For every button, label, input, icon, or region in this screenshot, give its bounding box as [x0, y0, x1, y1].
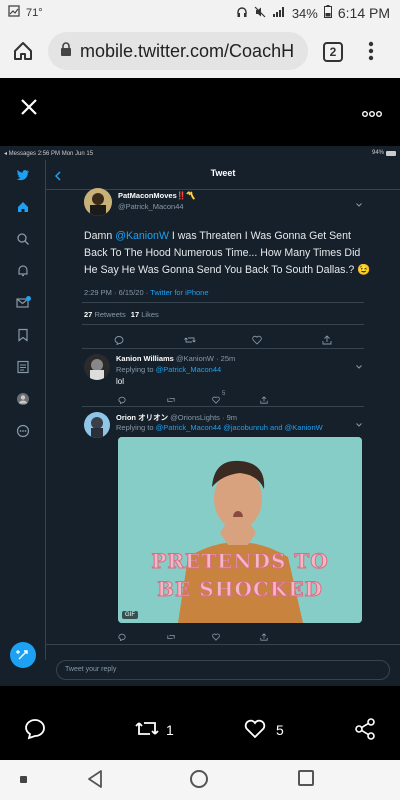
headset-icon	[236, 6, 248, 21]
reply-caret-icon[interactable]	[356, 356, 362, 374]
tweet-text: Damn @KanionW I was Threaten I Was Gonna…	[84, 228, 374, 279]
divider	[82, 324, 364, 325]
url-text: mobile.twitter.com/CoachH	[80, 40, 295, 61]
share-icon[interactable]	[354, 718, 376, 743]
media-action-bar: 1 5	[0, 700, 400, 760]
divider	[82, 348, 364, 349]
replying-to: Replying to @Patrick_Macon44 @jacobunruh…	[116, 423, 323, 432]
overview-nav-icon[interactable]	[298, 770, 314, 786]
author-name: PatMaconMoves‼️〽️	[118, 191, 196, 200]
screen: { "status_bar": { "temperature": "71°", …	[0, 0, 400, 800]
twitter-sidebar	[0, 160, 46, 660]
comment-icon[interactable]	[24, 718, 46, 743]
reply-caret-icon[interactable]	[356, 414, 362, 432]
battery-icon	[323, 5, 332, 21]
more-menu-icon[interactable]	[368, 40, 374, 67]
reply-avatar[interactable]	[84, 412, 110, 438]
author-handle: @Patrick_Macon44	[118, 202, 184, 211]
tweet-timestamp: 2:29 PM · 6/15/20 ·	[84, 288, 151, 297]
more-circle-icon[interactable]	[16, 424, 30, 438]
likes-count[interactable]: 17	[131, 310, 139, 319]
profile-avatar-icon[interactable]	[16, 392, 30, 406]
likes-label: Likes	[141, 310, 159, 319]
divider	[82, 406, 364, 407]
reply-like-count: 5	[222, 391, 226, 397]
heart-icon[interactable]	[244, 719, 266, 742]
mention-link[interactable]: @KanionW	[115, 230, 169, 242]
retweet-count: 1	[166, 722, 174, 738]
lists-icon[interactable]	[16, 360, 30, 374]
home-nav-button-icon[interactable]	[190, 770, 208, 788]
tweet-screenshot: ◂ Messages 2:56 PM Mon Jun 15 94% Tweet …	[0, 146, 400, 686]
android-status-bar: 71° 34% 6:14 PM	[0, 0, 400, 26]
replying-prefix: Replying to	[116, 365, 156, 374]
tab-switcher-button[interactable]: 2	[323, 42, 343, 62]
reply-avatar[interactable]	[84, 354, 110, 380]
author-avatar[interactable]	[84, 188, 112, 216]
inner-status-bar: ◂ Messages 2:56 PM Mon Jun 15 94%	[0, 146, 400, 160]
reply-header: Orion オリオン @OrionsLights · 9m	[116, 412, 237, 423]
gif-badge: GIF	[122, 611, 138, 619]
inner-battery-icon	[386, 151, 396, 156]
home-icon[interactable]	[12, 40, 34, 67]
retweets-count[interactable]: 27	[84, 310, 92, 319]
recent-apps-dot-icon[interactable]	[20, 776, 27, 783]
lock-icon	[60, 41, 72, 61]
engagement-stats: 27 Retweets 17 Likes	[84, 310, 159, 319]
page-title: Tweet	[210, 168, 236, 178]
gallery-icon	[8, 5, 20, 20]
inner-status-left: ◂ Messages 2:56 PM Mon Jun 15	[4, 151, 94, 157]
replying-to: Replying to @Patrick_Macon44	[116, 365, 221, 374]
divider	[82, 302, 364, 303]
replying-to-link[interactable]: @Patrick_Macon44	[156, 365, 222, 374]
retweet-icon[interactable]	[134, 718, 160, 743]
compose-tweet-button[interactable]	[10, 642, 36, 668]
home-nav-icon[interactable]	[16, 200, 30, 214]
back-nav-icon[interactable]	[86, 769, 104, 794]
temperature-label: 71°	[26, 6, 43, 19]
explore-icon[interactable]	[16, 232, 30, 246]
replying-prefix: Replying to	[116, 423, 156, 432]
tweet-header: Tweet	[46, 160, 400, 190]
close-icon[interactable]	[20, 98, 38, 121]
gif-caption-line1: PRETENDS TO	[151, 549, 329, 574]
more-options-icon[interactable]	[362, 104, 382, 122]
android-nav-bar	[0, 760, 400, 800]
address-bar[interactable]: mobile.twitter.com/CoachH	[48, 32, 308, 70]
browser-toolbar: mobile.twitter.com/CoachH 2	[0, 26, 400, 78]
mute-icon	[254, 6, 266, 21]
divider	[46, 644, 400, 645]
gif-media[interactable]: PRETENDS TO BE SHOCKED GIF	[118, 437, 362, 623]
bookmarks-icon[interactable]	[16, 328, 30, 342]
reply-text: lol	[116, 377, 125, 386]
replying-to-link[interactable]: @Patrick_Macon44 @jacobunruh and @Kanion…	[156, 423, 323, 432]
reply-author-name: Kanion Williams	[116, 354, 174, 363]
reply-author-name: Orion オリオン	[116, 413, 169, 422]
reply-handle-time: @KanionW · 25m	[175, 354, 236, 363]
messages-icon[interactable]	[16, 296, 31, 310]
gif-caption-line2: BE SHOCKED	[157, 577, 323, 602]
reply-handle-time: @OrionsLights · 9m	[170, 413, 237, 422]
tweet-meta: 2:29 PM · 6/15/20 · Twitter for iPhone	[84, 288, 209, 297]
inner-status-battery: 94%	[372, 150, 385, 156]
twitter-logo-icon[interactable]	[16, 168, 30, 182]
notifications-icon[interactable]	[16, 264, 30, 278]
clock: 6:14 PM	[337, 5, 390, 21]
tweet-text-part: Damn	[84, 230, 116, 242]
reply-input[interactable]: Tweet your reply	[56, 660, 390, 680]
retweets-label: Retweets	[94, 310, 126, 319]
compose-icon	[16, 650, 28, 660]
signal-icon	[272, 6, 286, 21]
battery-percent: 34%	[291, 5, 318, 21]
reply-header: Kanion Williams @KanionW · 25m	[116, 354, 235, 363]
tweet-caret-icon[interactable]	[356, 194, 362, 212]
like-count: 5	[276, 722, 284, 738]
tweet-source-link[interactable]: Twitter for iPhone	[150, 288, 208, 297]
